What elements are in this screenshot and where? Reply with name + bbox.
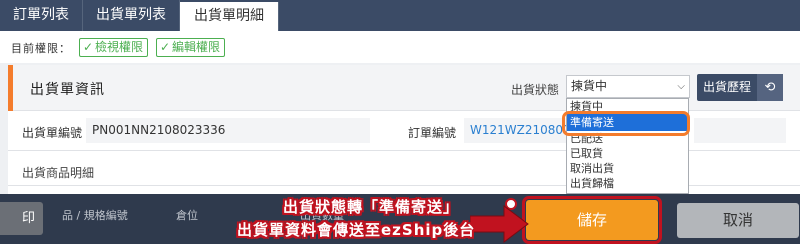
annotation-line-2: 出貨單資料會傳送至ezShip後台	[237, 221, 476, 239]
edit-permission-text: 編輯權限	[172, 40, 221, 54]
column-header-product: 品 / 規格編號	[62, 209, 128, 222]
order-no-value-tail	[694, 118, 786, 143]
annotation-arrow-icon	[470, 205, 529, 243]
history-icon: ⟲	[757, 74, 783, 101]
view-permission-badge: ✓ 檢視權限	[79, 38, 149, 57]
check-icon: ✓	[160, 40, 171, 54]
status-option[interactable]: 出貨歸檔	[567, 176, 688, 191]
shipment-status-label: 出貨狀態	[511, 83, 560, 97]
check-icon: ✓	[83, 40, 94, 54]
status-option[interactable]: 已取貨	[567, 146, 688, 161]
shipment-history-button[interactable]: 出貨歷程 ⟲	[697, 74, 783, 101]
status-option[interactable]: 取消出貨	[567, 161, 688, 176]
shipment-status-select[interactable]: 揀貨中 ⌵	[566, 75, 690, 98]
tab-shipment-list[interactable]: 出貨單列表	[83, 0, 180, 31]
tab-order-list[interactable]: 訂單列表	[0, 0, 83, 31]
view-permission-text: 檢視權限	[95, 40, 144, 54]
tab-bar: 訂單列表 出貨單列表 出貨單明細	[0, 0, 800, 31]
header-accent-bar	[8, 65, 13, 111]
shipment-no-label: 出貨單編號	[22, 126, 83, 140]
option-highlight-ring	[562, 111, 690, 136]
print-button[interactable]: 印	[0, 202, 43, 235]
cancel-button[interactable]: 取消	[677, 203, 799, 238]
column-header-location: 倉位	[176, 209, 198, 222]
permission-row: 目前權限： ✓ 檢視權限 ✓ 編輯權限	[0, 31, 800, 63]
permission-label: 目前權限：	[11, 42, 71, 55]
history-button-label: 出貨歷程	[703, 80, 752, 94]
order-no-label: 訂單編號	[408, 126, 457, 140]
products-section-title: 出貨商品明細	[22, 166, 95, 180]
tab-shipment-detail[interactable]: 出貨單明細	[180, 2, 279, 31]
card-title: 出貨單資訊	[30, 82, 105, 98]
shipment-no-value: PN001NN2108023336	[86, 118, 370, 143]
status-select-value: 揀貨中	[571, 79, 608, 93]
edit-permission-badge: ✓ 編輯權限	[156, 38, 226, 57]
save-button[interactable]: 儲存	[522, 196, 662, 244]
chevron-down-icon: ⌵	[677, 81, 685, 92]
annotation-line-1: 出貨狀態轉「準備寄送」	[283, 198, 460, 216]
